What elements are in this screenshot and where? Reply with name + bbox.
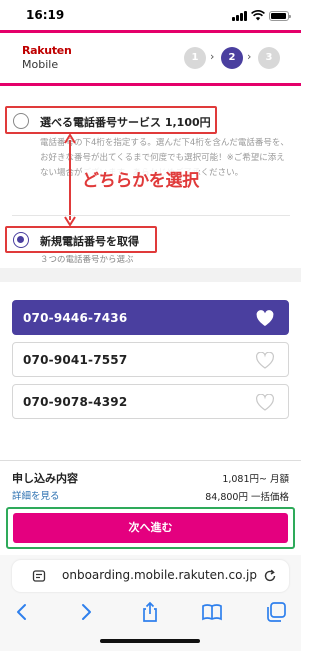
double-arrow-icon [64, 134, 76, 226]
back-icon[interactable] [11, 601, 33, 623]
status-time: 16:19 [26, 8, 65, 22]
number-card-1[interactable]: 070-9446-7436 [12, 300, 289, 335]
radio-choose-number[interactable] [13, 113, 29, 129]
address-field[interactable]: onboarding.mobile.rakuten.co.jp [12, 560, 289, 592]
battery-icon [269, 11, 291, 21]
status-bar: 16:19 [0, 0, 301, 30]
bookmarks-icon[interactable] [201, 601, 223, 623]
option-new-number-label[interactable]: 新規電話番号を取得 [40, 233, 139, 249]
step-3: 3 [258, 47, 280, 69]
heart-icon[interactable] [256, 352, 274, 369]
step-2: 2 [221, 47, 243, 69]
heart-icon[interactable] [256, 394, 274, 411]
option-choose-number-label[interactable]: 選べる電話番号サービス 1,100円 [40, 114, 211, 130]
browser-toolbar [0, 595, 301, 651]
heart-icon[interactable] [256, 310, 274, 327]
number-card-3[interactable]: 070-9078-4392 [12, 384, 289, 419]
reload-icon[interactable] [263, 569, 277, 583]
share-icon[interactable] [139, 601, 161, 623]
app-header: Rakuten Mobile 1 › 2 › 3 [0, 30, 301, 86]
forward-icon[interactable] [75, 601, 97, 623]
highlight-box-next: 次へ進む [6, 507, 295, 549]
step-1: 1 [184, 47, 206, 69]
next-button[interactable]: 次へ進む [13, 513, 288, 543]
wifi-icon [251, 10, 265, 21]
number-card-label: 070-9041-7557 [23, 353, 128, 367]
radio-new-number[interactable] [13, 232, 29, 248]
number-card-2[interactable]: 070-9041-7557 [12, 342, 289, 377]
option-divider [12, 215, 290, 216]
details-link[interactable]: 詳細を見る [12, 488, 60, 502]
number-card-label: 070-9446-7436 [23, 311, 128, 325]
logo-rakuten: Rakuten [22, 44, 72, 57]
one-time-price: 84,800円 一括価格 [205, 492, 289, 503]
section-separator [0, 268, 301, 282]
step-separator: › [210, 50, 215, 63]
signal-icon [232, 11, 247, 21]
summary-title: 申し込み内容 [12, 472, 78, 485]
annotation-text: どちらかを選択 [82, 166, 199, 191]
page-format-icon[interactable] [32, 569, 46, 583]
order-summary: 申し込み内容 詳細を見る 1,081円~ 月額 84,800円 一括価格 次へ進… [0, 460, 301, 555]
url-text[interactable]: onboarding.mobile.rakuten.co.jp [62, 568, 257, 582]
option-new-number-note: ３つの電話番号から選ぶ [40, 255, 134, 265]
step-separator: › [247, 50, 252, 63]
number-card-label: 070-9078-4392 [23, 395, 128, 409]
browser-url-bar: onboarding.mobile.rakuten.co.jp [0, 555, 301, 595]
tabs-icon[interactable] [265, 601, 287, 623]
home-indicator [100, 639, 200, 643]
monthly-price: 1,081円~ 月額 [222, 474, 289, 485]
logo-mobile: Mobile [22, 58, 59, 71]
